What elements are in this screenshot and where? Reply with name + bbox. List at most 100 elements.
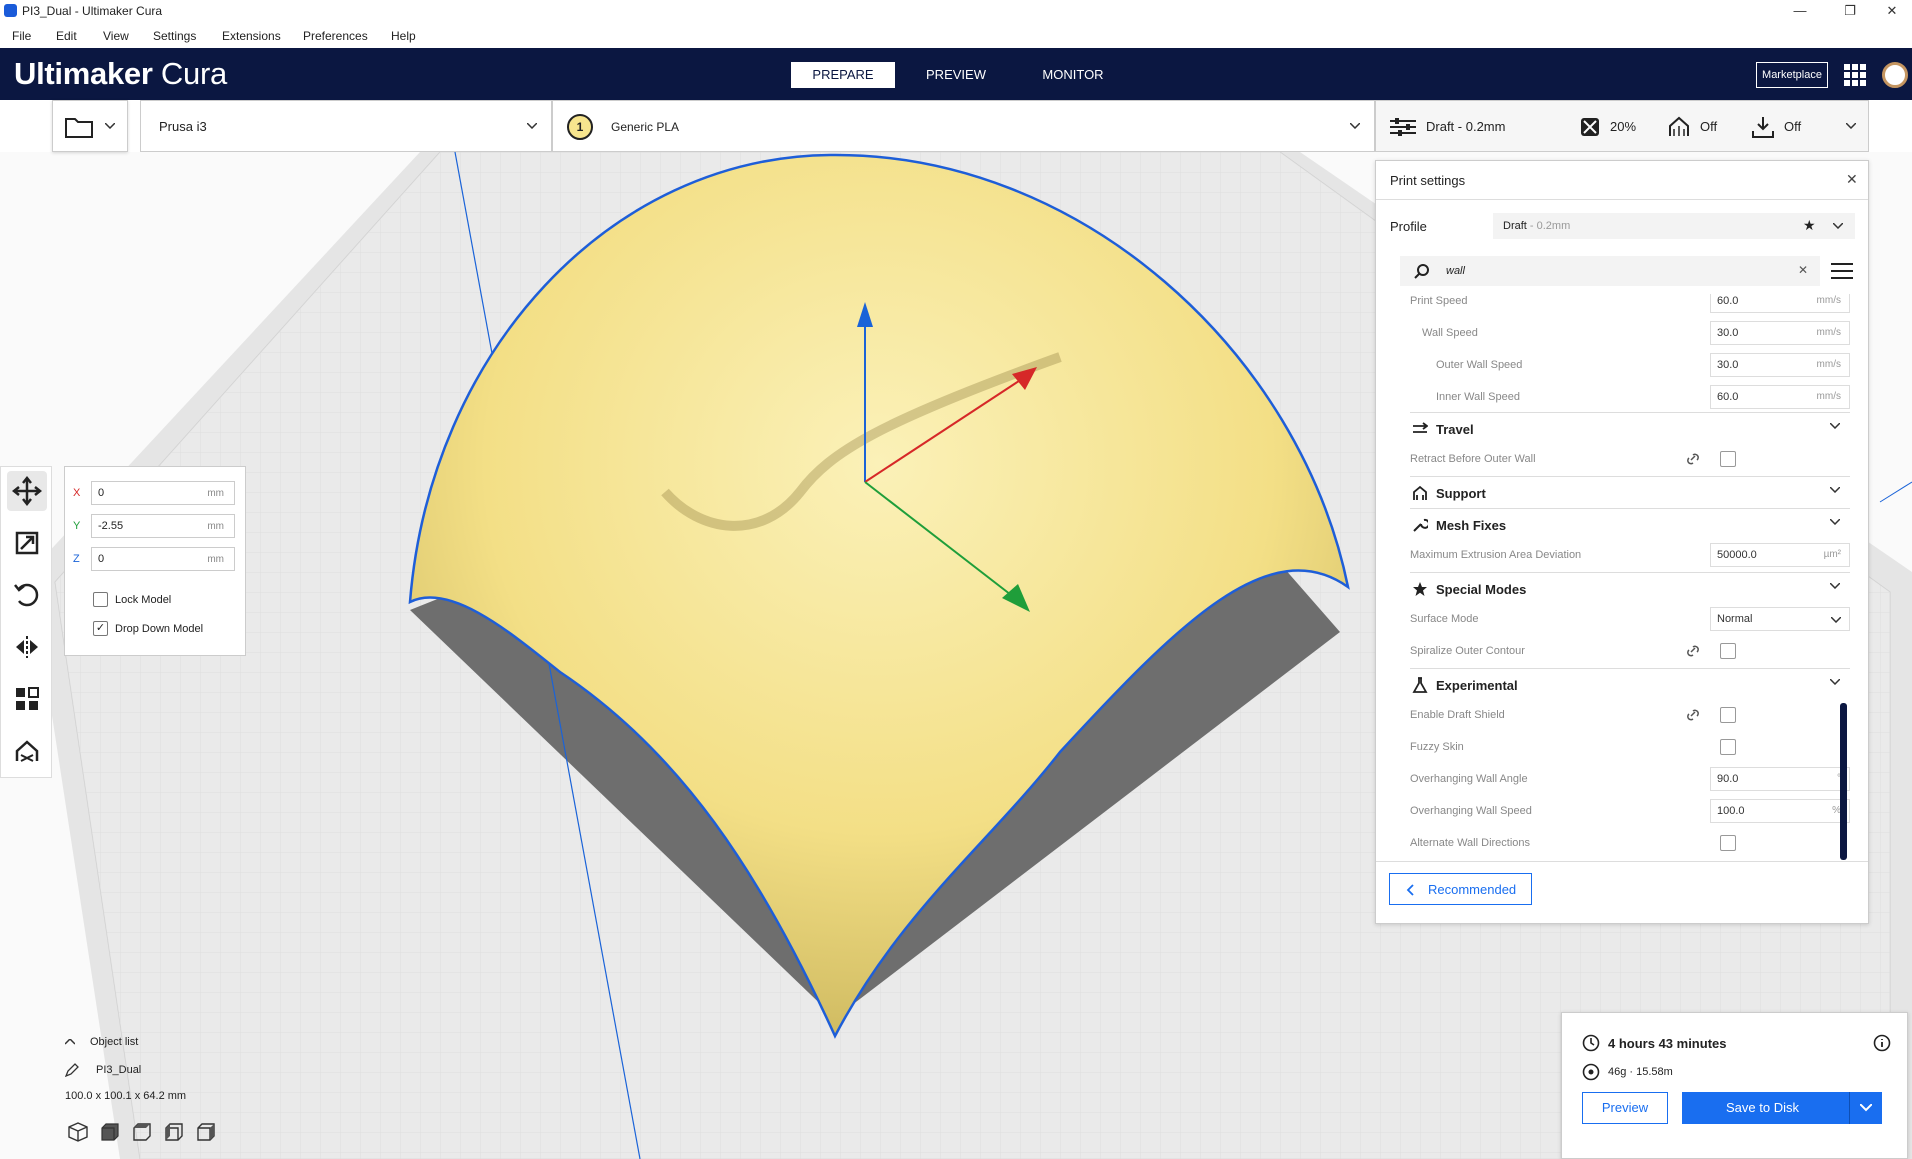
tab-monitor[interactable]: MONITOR [1028, 62, 1118, 88]
settings-menu-icon[interactable] [1831, 261, 1853, 281]
search-icon [1414, 264, 1429, 279]
rotate-tool-button[interactable] [7, 575, 47, 615]
overhang-angle-input[interactable]: 90.0 ° [1710, 767, 1850, 791]
object-list-label[interactable]: Object list [90, 1036, 138, 1048]
close-icon[interactable]: ✕ [1846, 171, 1858, 188]
recommended-button[interactable]: Recommended [1389, 873, 1532, 905]
open-file-button[interactable] [52, 100, 128, 152]
adhesion-icon [1752, 117, 1774, 138]
search-input[interactable]: wall [1446, 265, 1465, 277]
y-input[interactable]: -2.55 mm [91, 514, 235, 538]
close-icon[interactable]: ✕ [1872, 2, 1912, 20]
left-toolbar [0, 466, 52, 778]
menu-view[interactable]: View [103, 29, 129, 43]
pencil-icon [65, 1063, 79, 1077]
profile-dropdown[interactable]: Draft - 0.2mm ★ [1493, 213, 1855, 239]
setting-draft-shield: Enable Draft Shield [1410, 700, 1850, 730]
mirror-tool-button[interactable] [7, 627, 47, 667]
preview-button[interactable]: Preview [1582, 1092, 1668, 1124]
chevron-down-icon [1833, 223, 1843, 229]
spiralize-checkbox[interactable] [1720, 643, 1736, 659]
category-support[interactable]: Support [1410, 476, 1850, 508]
material-selector[interactable]: 1 Generic PLA [552, 100, 1375, 152]
setting-retract-before-outer-wall: Retract Before Outer Wall [1410, 444, 1850, 474]
outer-wall-speed-input[interactable]: 30.0 mm/s [1710, 353, 1850, 377]
category-experimental[interactable]: Experimental [1410, 668, 1850, 700]
save-to-disk-button[interactable]: Save to Disk [1682, 1092, 1882, 1124]
settings-list: Print Speed 60.0 mm/s Wall Speed 30.0 mm/s… [1376, 294, 1868, 854]
menu-edit[interactable]: Edit [56, 29, 77, 43]
menu-preferences[interactable]: Preferences [303, 29, 368, 43]
menu-help[interactable]: Help [391, 29, 416, 43]
menu-extensions[interactable]: Extensions [222, 29, 281, 43]
avatar[interactable] [1882, 62, 1908, 88]
category-special-modes[interactable]: Special Modes [1410, 572, 1850, 604]
surface-mode-dropdown[interactable]: Normal [1710, 607, 1850, 631]
material-name: Generic PLA [611, 120, 680, 134]
view-left-icon[interactable] [164, 1122, 184, 1142]
setting-inner-wall-speed: Inner Wall Speed 60.0 mm/s [1410, 382, 1850, 412]
inner-wall-speed-input[interactable]: 60.0 mm/s [1710, 385, 1850, 409]
draft-shield-checkbox[interactable] [1720, 707, 1736, 723]
object-name[interactable]: PI3_Dual [96, 1064, 141, 1076]
print-settings-summary[interactable]: Draft - 0.2mm 20% Off Off [1375, 100, 1869, 152]
view-top-icon[interactable] [132, 1122, 152, 1142]
settings-scrollbar[interactable] [1840, 703, 1847, 860]
material-usage: 46g · 15.58m [1608, 1066, 1673, 1078]
apps-grid-icon[interactable] [1844, 64, 1866, 86]
chevron-down-icon[interactable] [1860, 1104, 1872, 1112]
star-icon[interactable]: ★ [1803, 217, 1816, 234]
retract-before-outer-wall-checkbox[interactable] [1720, 451, 1736, 467]
scale-icon [15, 531, 39, 555]
support-icon [1669, 116, 1689, 136]
print-settings-title: Print settings [1390, 173, 1466, 188]
x-input[interactable]: 0 mm [91, 481, 235, 505]
printer-name: Prusa i3 [159, 119, 207, 134]
chevron-down-icon [1830, 487, 1840, 493]
settings-search-box[interactable]: wall ✕ [1400, 256, 1820, 286]
info-icon[interactable] [1873, 1034, 1891, 1052]
link-icon[interactable] [1685, 708, 1701, 722]
lock-model-label: Lock Model [115, 594, 172, 606]
star-icon [1413, 582, 1427, 596]
printer-selector[interactable]: Prusa i3 [140, 100, 552, 152]
marketplace-button[interactable]: Marketplace [1756, 62, 1828, 88]
view-right-icon[interactable] [196, 1122, 216, 1142]
chevron-up-icon[interactable] [65, 1039, 75, 1045]
setting-overhanging-wall-speed: Overhanging Wall Speed 100.0% [1410, 796, 1850, 826]
window-title: PI3_Dual - Ultimaker Cura [22, 4, 163, 18]
support-blocker-button[interactable] [7, 731, 47, 771]
view-3d-icon[interactable] [68, 1122, 88, 1142]
category-mesh-fixes[interactable]: Mesh Fixes [1410, 508, 1850, 540]
max-extrusion-input[interactable]: 50000.0 µm² [1710, 543, 1850, 567]
menu-file[interactable]: File [12, 29, 31, 43]
move-tool-button[interactable] [7, 471, 47, 511]
tab-preview[interactable]: PREVIEW [910, 62, 1002, 88]
menu-settings[interactable]: Settings [153, 29, 196, 43]
z-input[interactable]: 0 mm [91, 547, 235, 571]
clear-search-icon[interactable]: ✕ [1798, 263, 1808, 277]
link-icon[interactable] [1685, 452, 1701, 466]
drop-down-model-checkbox[interactable]: ✓ [93, 621, 108, 636]
flask-icon [1412, 677, 1428, 693]
scale-tool-button[interactable] [7, 523, 47, 563]
restore-icon[interactable]: ❐ [1830, 2, 1870, 20]
object-list-panel: Object list PI3_Dual 100.0 x 100.1 x 64.… [60, 1036, 360, 1156]
print-speed-input[interactable]: 60.0 mm/s [1710, 294, 1850, 313]
alternate-wall-checkbox[interactable] [1720, 835, 1736, 851]
overhang-speed-input[interactable]: 100.0% [1710, 799, 1850, 823]
view-front-icon[interactable] [100, 1122, 120, 1142]
wall-speed-input[interactable]: 30.0 mm/s [1710, 321, 1850, 345]
lock-model-checkbox[interactable] [93, 592, 108, 607]
mirror-icon [16, 636, 38, 658]
setting-wall-speed: Wall Speed 30.0 mm/s [1410, 318, 1850, 348]
tab-prepare[interactable]: PREPARE [791, 62, 895, 88]
link-icon[interactable] [1685, 644, 1701, 658]
fuzzy-skin-checkbox[interactable] [1720, 739, 1736, 755]
category-travel[interactable]: Travel [1410, 412, 1850, 444]
minimize-icon[interactable]: — [1780, 2, 1820, 20]
y-label: Y [73, 520, 81, 532]
per-model-settings-button[interactable] [7, 679, 47, 719]
adhesion-value: Off [1784, 119, 1802, 134]
setting-max-extrusion-area-deviation: Maximum Extrusion Area Deviation 50000.0… [1410, 540, 1850, 570]
